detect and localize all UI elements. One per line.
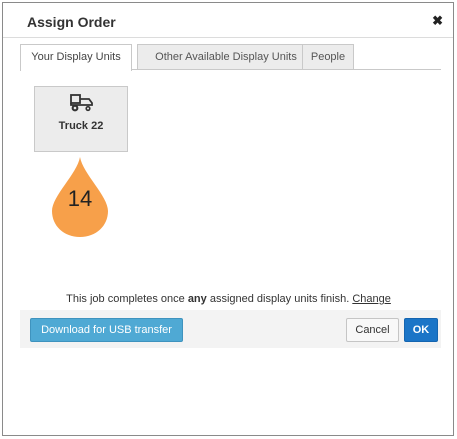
download-usb-button[interactable]: Download for USB transfer bbox=[30, 318, 183, 342]
display-unit-name: Truck 22 bbox=[58, 120, 104, 132]
ok-button[interactable]: OK bbox=[404, 318, 438, 342]
display-unit-card[interactable]: Truck 22 bbox=[34, 86, 128, 152]
completion-note-emphasis: any bbox=[187, 293, 207, 305]
dialog-footer: Download for USB transfer Cancel OK bbox=[20, 310, 441, 348]
dialog-title: Assign Order bbox=[27, 14, 116, 30]
completion-note-text-end: assigned display units finish. bbox=[206, 293, 353, 305]
tab-other-available-display-units[interactable]: Other Available Display Units bbox=[137, 44, 315, 69]
completion-note: This job completes once any assigned dis… bbox=[0, 293, 457, 305]
completion-note-text: This job completes once bbox=[66, 293, 188, 305]
truck-icon bbox=[70, 94, 93, 112]
change-link[interactable]: Change bbox=[352, 293, 391, 305]
tab-people[interactable]: People bbox=[302, 44, 354, 69]
dialog-titlebar: Assign Order ✖ bbox=[3, 3, 453, 38]
cancel-button[interactable]: Cancel bbox=[346, 318, 399, 342]
close-icon[interactable]: ✖ bbox=[432, 14, 443, 28]
tab-your-display-units[interactable]: Your Display Units bbox=[20, 44, 132, 71]
marker-label: 14 bbox=[67, 186, 93, 211]
